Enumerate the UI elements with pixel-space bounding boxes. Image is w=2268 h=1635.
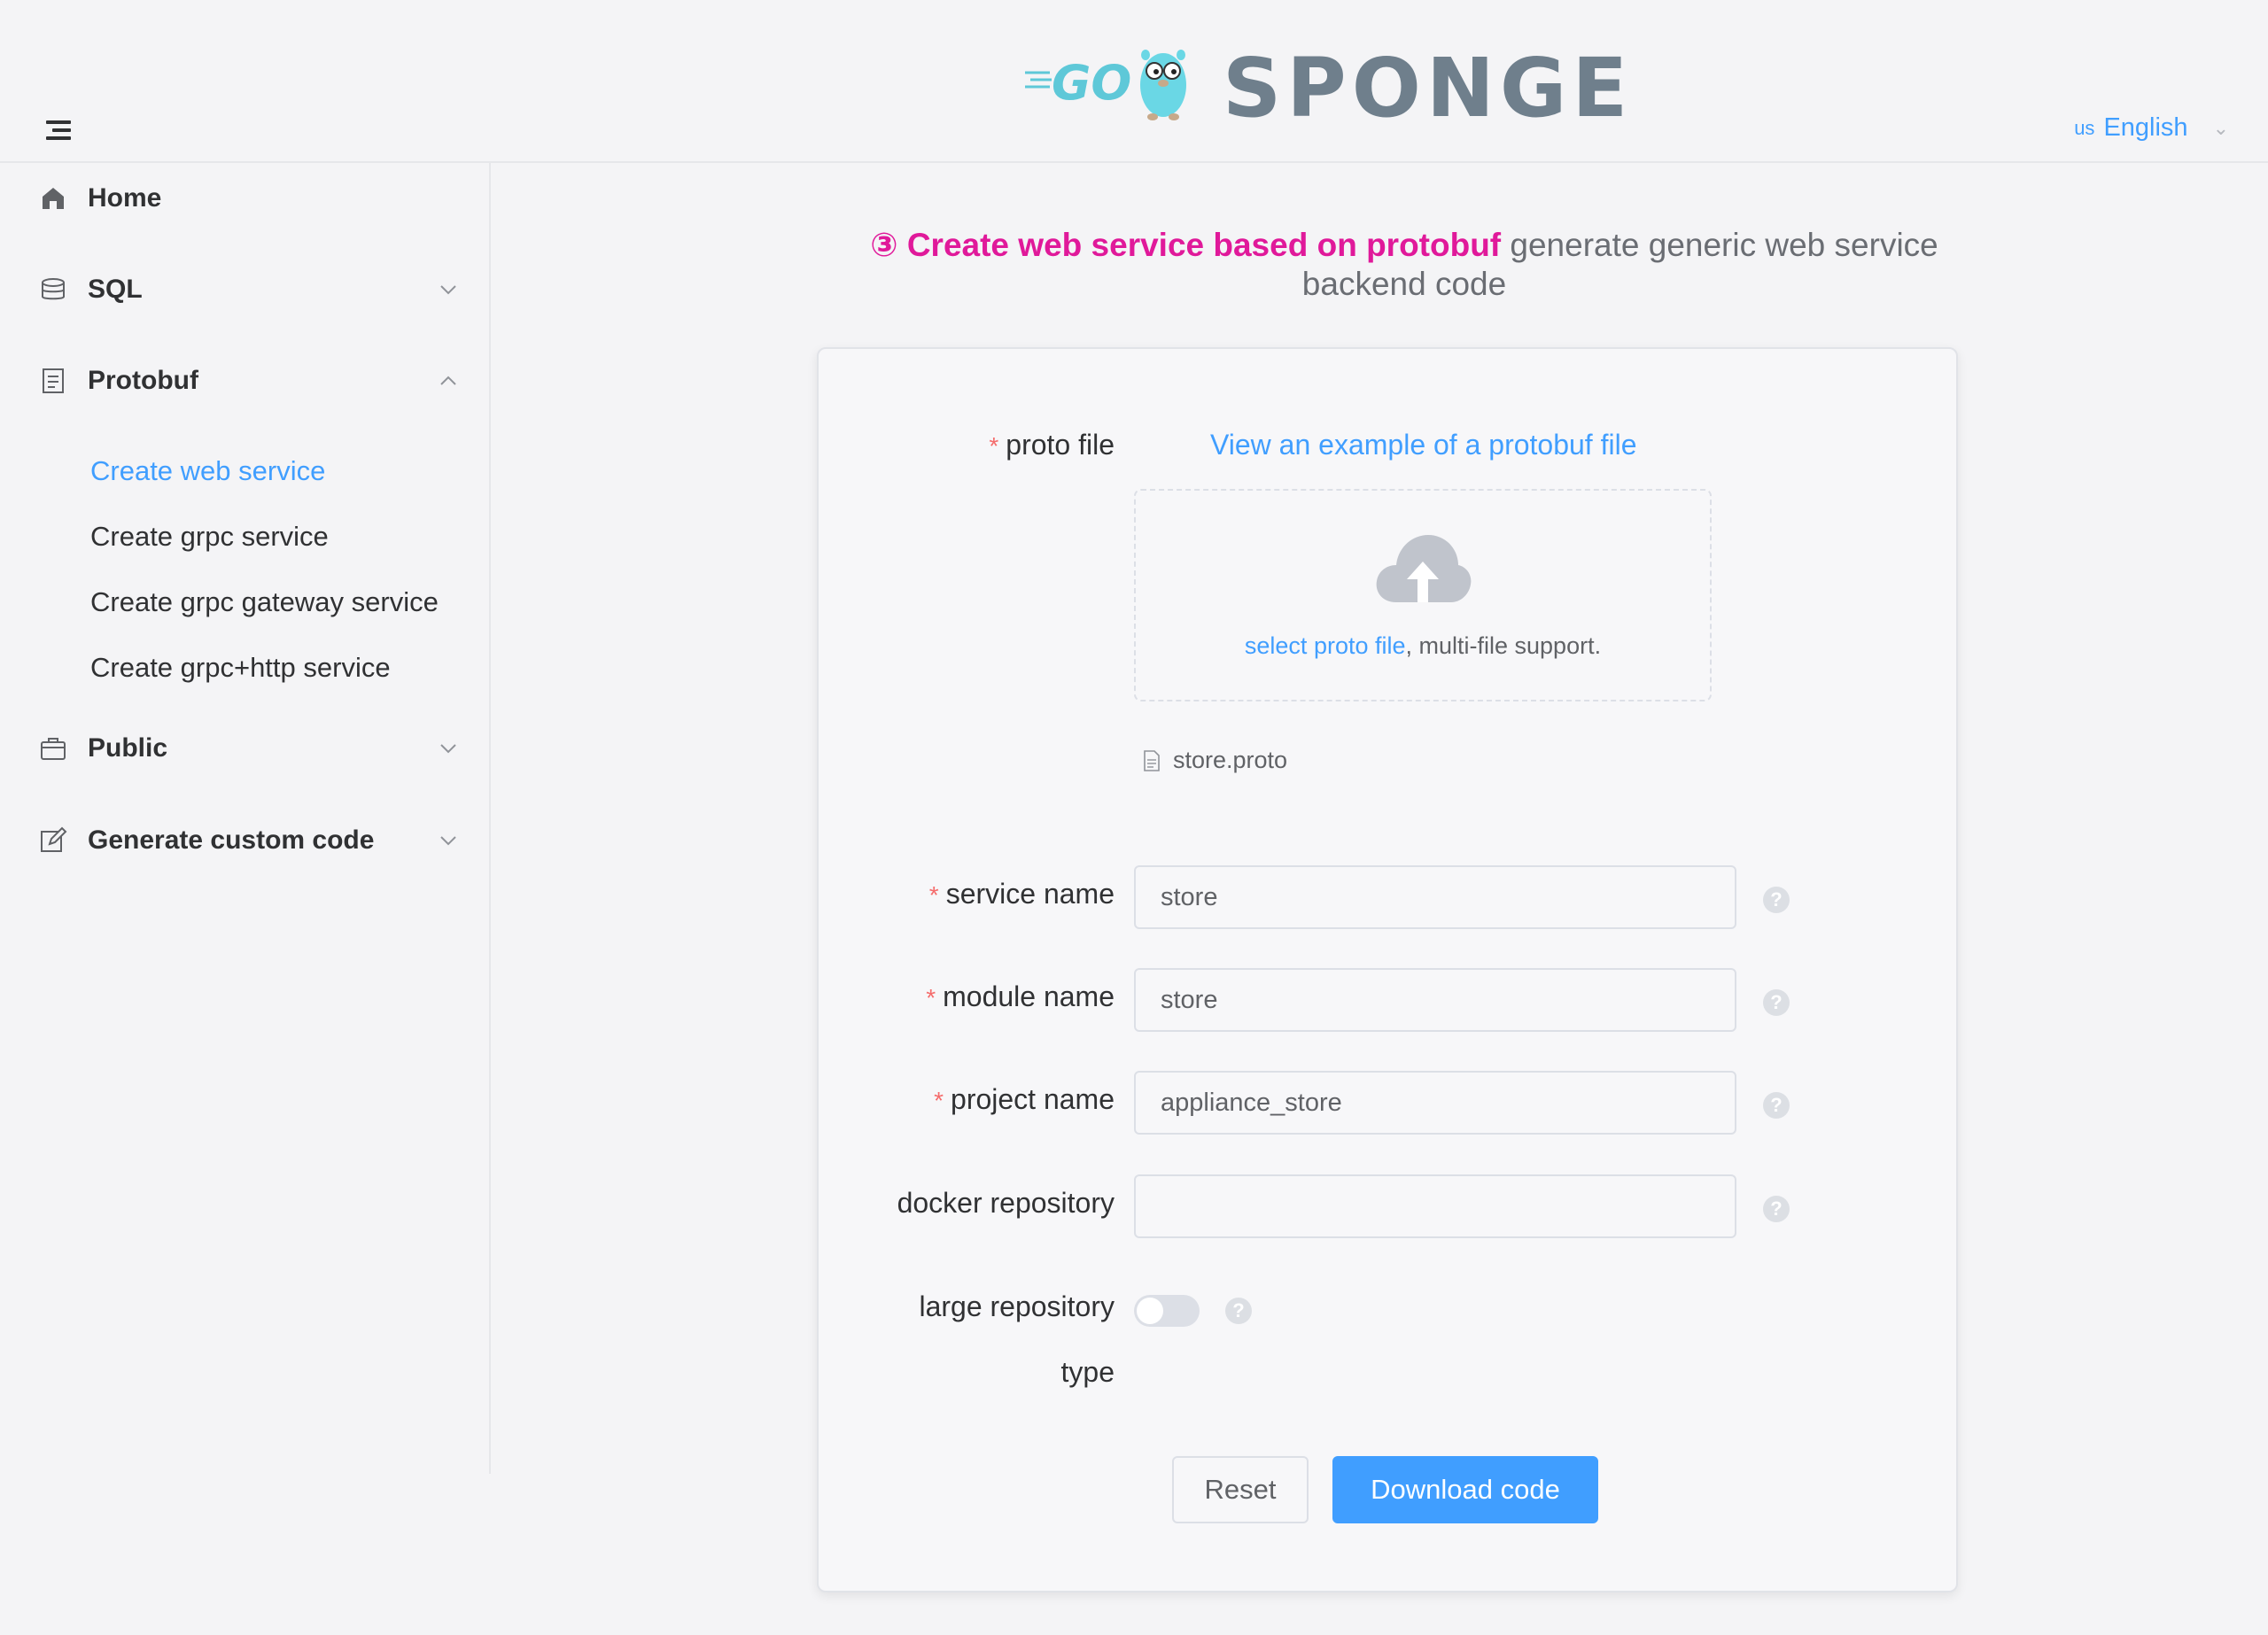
required-mark: * — [926, 984, 936, 1011]
page-title: ③ Create web service based on protobuf g… — [833, 226, 1976, 304]
sidebar-item-protobuf[interactable]: Protobuf — [0, 345, 489, 416]
example-protobuf-link[interactable]: View an example of a protobuf file — [1210, 429, 1636, 461]
logo-sponge-text: SPONGE — [1223, 41, 1634, 136]
gopher-logo-icon: GO — [1025, 50, 1186, 120]
sidebar-subitem-create-grpc-http-service[interactable]: Create grpc+http service — [90, 652, 391, 684]
help-icon[interactable]: ? — [1763, 1092, 1790, 1119]
service-name-input[interactable]: store — [1134, 865, 1736, 929]
menu-toggle-icon[interactable] — [46, 120, 71, 140]
cloud-upload-icon — [1376, 535, 1472, 602]
proto-upload-dropzone[interactable]: select proto file, multi-file support. — [1134, 489, 1712, 701]
sidebar-subitem-create-web-service[interactable]: Create web service — [90, 455, 325, 487]
chevron-up-icon — [440, 376, 456, 385]
service-name-label-text: service name — [945, 878, 1115, 910]
uploaded-file-item[interactable]: store.proto — [1143, 747, 1287, 774]
file-icon — [1144, 749, 1160, 771]
reset-button[interactable]: Reset — [1172, 1456, 1309, 1523]
large-repository-label-line1: large repository — [919, 1290, 1115, 1322]
module-name-label: * module name — [926, 980, 1115, 1013]
sidebar-item-label: Generate custom code — [88, 825, 375, 855]
document-icon — [43, 368, 64, 393]
database-icon — [42, 278, 65, 300]
download-code-button[interactable]: Download code — [1332, 1456, 1598, 1523]
chevron-down-icon — [440, 744, 456, 754]
proto-file-label: * proto file — [989, 429, 1115, 461]
home-icon — [43, 188, 64, 209]
project-name-input[interactable]: appliance_store — [1134, 1071, 1736, 1135]
sidebar-subitem-create-grpc-gateway-service[interactable]: Create grpc gateway service — [90, 586, 439, 618]
docker-repository-input[interactable] — [1134, 1174, 1736, 1238]
sidebar-item-public[interactable]: Public — [0, 713, 489, 784]
sponge-logo: GO SPONGE — [1023, 35, 1627, 136]
logo-go-text: GO — [1052, 55, 1131, 111]
required-mark: * — [934, 1087, 944, 1114]
sidebar-item-generate-custom-code[interactable]: Generate custom code — [0, 805, 489, 876]
select-proto-file-link[interactable]: select proto file — [1245, 632, 1406, 659]
docker-repository-label: docker repository — [897, 1187, 1115, 1219]
help-icon[interactable]: ? — [1763, 887, 1790, 913]
large-repository-label-line2: type — [1060, 1356, 1115, 1388]
project-name-label-text: project name — [951, 1083, 1115, 1115]
module-name-input[interactable]: store — [1134, 968, 1736, 1032]
service-name-label: * service name — [929, 878, 1115, 910]
help-icon[interactable]: ? — [1763, 1196, 1790, 1222]
sidebar-item-label: Home — [88, 183, 162, 213]
project-name-label: * project name — [934, 1083, 1115, 1116]
upload-hint: , multi-file support. — [1405, 632, 1602, 659]
language-label: English — [2103, 113, 2188, 142]
page-title-highlight: ③ Create web service based on protobuf — [870, 227, 1502, 263]
sidebar-subitem-create-grpc-service[interactable]: Create grpc service — [90, 521, 329, 553]
required-mark: * — [928, 881, 939, 909]
top-header: GO SPONGE us English ⌄ — [0, 0, 2268, 163]
toggle-knob — [1137, 1298, 1163, 1324]
sidebar-item-label: Public — [88, 733, 168, 763]
uploaded-file-name: store.proto — [1173, 747, 1288, 773]
proto-file-label-text: proto file — [1006, 429, 1115, 461]
us-flag-icon: us — [2074, 116, 2095, 139]
upload-instructions: select proto file, multi-file support. — [1136, 632, 1710, 660]
briefcase-icon — [41, 738, 66, 760]
chevron-down-icon — [440, 285, 456, 295]
module-name-label-text: module name — [943, 980, 1115, 1012]
large-repository-toggle[interactable] — [1134, 1295, 1200, 1327]
language-selector[interactable]: us English ⌄ — [2074, 113, 2229, 143]
sidebar-item-home[interactable]: Home — [0, 163, 489, 234]
sidebar: Home SQL Protobuf Create web service Cre… — [0, 163, 491, 1474]
chevron-down-icon — [440, 836, 456, 846]
help-icon[interactable]: ? — [1763, 989, 1790, 1016]
sidebar-item-label: Protobuf — [88, 366, 198, 395]
sidebar-item-label: SQL — [88, 275, 143, 304]
sidebar-item-sql[interactable]: SQL — [0, 254, 489, 325]
edit-icon — [41, 826, 67, 852]
required-mark: * — [989, 432, 999, 460]
chevron-down-icon: ⌄ — [2212, 116, 2229, 139]
help-icon[interactable]: ? — [1225, 1298, 1252, 1324]
